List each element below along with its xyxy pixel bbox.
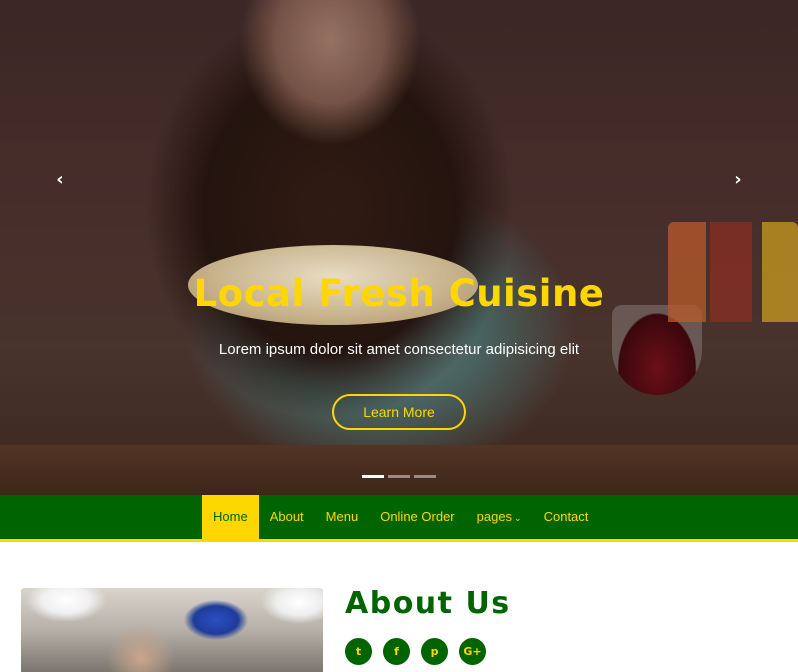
- hero-subtitle: Lorem ipsum dolor sit amet consectetur a…: [218, 341, 580, 358]
- about-title: About Us: [345, 586, 511, 621]
- nav-item-label: Menu: [325, 509, 359, 524]
- nav-list: Home About Menu Online Order pages ⌄ Cont…: [202, 495, 599, 539]
- carousel-indicators: [362, 475, 436, 478]
- nav-item-about[interactable]: About: [259, 495, 315, 539]
- carousel-indicator-1[interactable]: [362, 475, 384, 478]
- learn-more-button[interactable]: Learn More: [332, 394, 466, 430]
- carousel-indicator-2[interactable]: [388, 475, 410, 478]
- social-links: t f p G+: [345, 638, 486, 665]
- google-plus-icon[interactable]: G+: [459, 638, 486, 665]
- nav-item-contact[interactable]: Contact: [533, 495, 600, 539]
- twitter-icon[interactable]: t: [345, 638, 372, 665]
- nav-item-label: pages: [476, 509, 513, 524]
- nav-item-label: Contact: [543, 509, 589, 524]
- nav-item-pages[interactable]: pages ⌄: [466, 495, 533, 539]
- nav-item-label: Online Order: [380, 509, 455, 524]
- nav-item-home[interactable]: Home: [202, 495, 259, 539]
- carousel-prev-arrow-icon[interactable]: ‹: [50, 170, 70, 190]
- carousel-next-arrow-icon[interactable]: ›: [728, 170, 748, 190]
- nav-item-label: About: [269, 509, 304, 524]
- hero-caption: Local Fresh Cuisine Lorem ipsum dolor si…: [0, 272, 798, 430]
- nav-item-menu[interactable]: Menu: [315, 495, 370, 539]
- about-image-chefs: [21, 588, 323, 672]
- nav-item-label: Home: [213, 509, 248, 524]
- facebook-icon[interactable]: f: [383, 638, 410, 665]
- carousel-indicator-3[interactable]: [414, 475, 436, 478]
- main-navbar: Home About Menu Online Order pages ⌄ Cont…: [0, 495, 798, 542]
- hero-carousel: ‹ › Local Fresh Cuisine Lorem ipsum dolo…: [0, 0, 798, 495]
- hero-title: Local Fresh Cuisine: [193, 272, 605, 315]
- nav-item-online-order[interactable]: Online Order: [369, 495, 465, 539]
- chevron-down-icon: ⌄: [514, 513, 522, 523]
- pinterest-icon[interactable]: p: [421, 638, 448, 665]
